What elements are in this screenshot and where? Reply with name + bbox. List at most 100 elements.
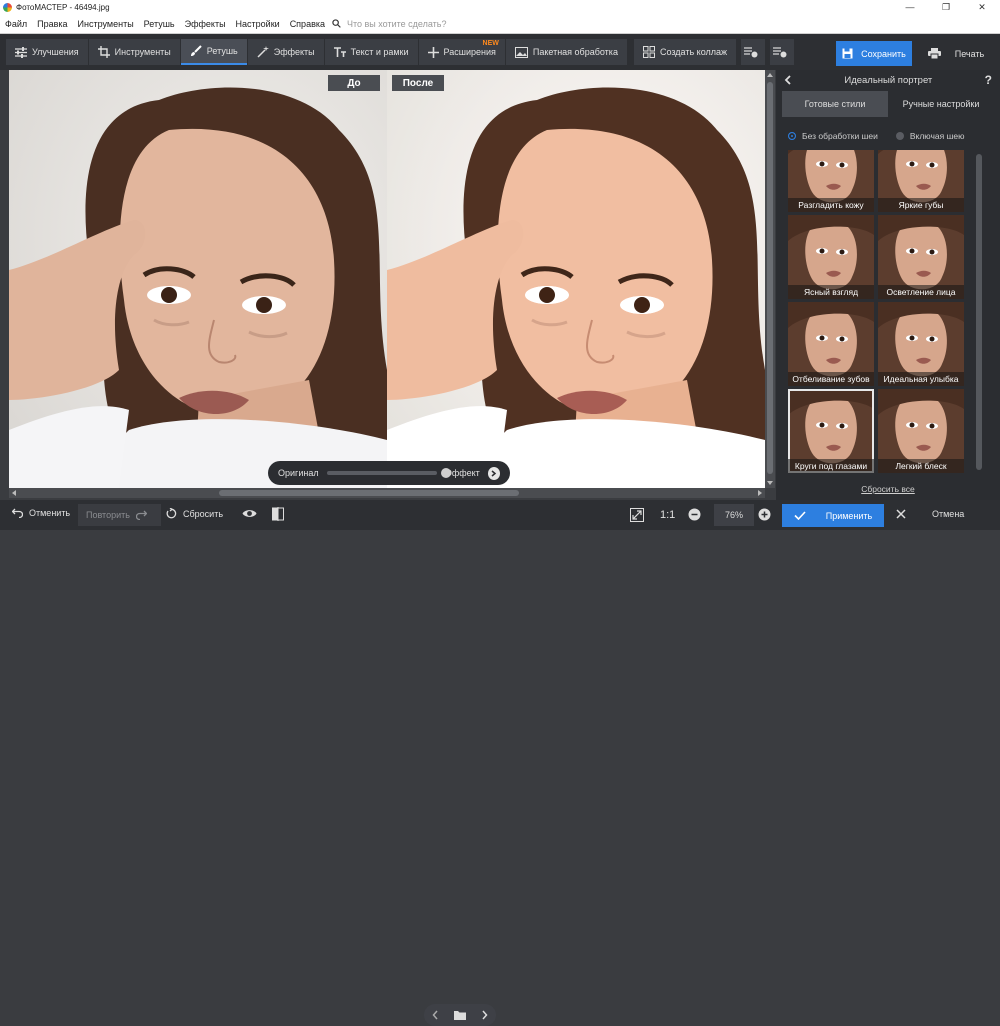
reset-all-link[interactable]: Сбросить все <box>776 484 1000 494</box>
chevron-right-icon[interactable] <box>487 466 500 480</box>
tab-label: Инструменты <box>114 47 171 57</box>
search-placeholder: Что вы хотите сделать? <box>347 18 447 29</box>
preset-clear-look[interactable]: Ясный взгляд <box>788 215 874 299</box>
tab-label: Текст и рамки <box>350 47 409 57</box>
tab-retouch[interactable]: Ретушь <box>180 39 247 65</box>
undo-label: Отменить <box>29 508 71 518</box>
menu-settings[interactable]: Настройки <box>231 19 285 29</box>
redo-button[interactable]: Повторить <box>78 504 161 526</box>
crop-icon <box>97 46 110 58</box>
zoom-in-icon[interactable] <box>758 508 771 524</box>
reset-icon <box>166 508 177 519</box>
folder-icon[interactable] <box>453 1010 466 1020</box>
preset-smooth-skin[interactable]: Разгладить кожу <box>788 150 874 212</box>
minimize-icon[interactable]: — <box>892 2 928 13</box>
back-arrow-icon[interactable] <box>784 75 792 85</box>
menu-edit[interactable]: Правка <box>32 19 72 29</box>
reset-label: Сбросить <box>183 508 224 519</box>
radio-label: Без обработки шеи <box>802 131 878 141</box>
tab-manual-settings[interactable]: Ручные настройки <box>888 91 994 117</box>
scroll-down-icon[interactable] <box>767 481 773 485</box>
slider-knob[interactable] <box>440 468 451 478</box>
before-image <box>9 70 387 488</box>
floppy-icon <box>842 48 853 59</box>
print-button[interactable]: Печать <box>918 41 994 66</box>
canvas-horizontal-scrollbar[interactable] <box>9 488 765 498</box>
scroll-thumb[interactable] <box>767 82 773 474</box>
scroll-thumb[interactable] <box>976 154 982 470</box>
menu-tools[interactable]: Инструменты <box>73 19 139 29</box>
after-image <box>387 70 765 488</box>
preset-perfect-smile[interactable]: Идеальная улыбка <box>878 302 964 386</box>
canvas-vertical-scrollbar[interactable] <box>765 70 775 488</box>
effect-strength-slider[interactable]: Оригинал Эффект <box>268 461 510 485</box>
wand-icon <box>257 46 269 58</box>
add-filter-button[interactable] <box>741 39 766 65</box>
preset-light-shine[interactable]: Легкий блеск <box>878 389 964 473</box>
tab-ready-styles[interactable]: Готовые стили <box>782 91 888 117</box>
cancel-button[interactable]: Отмена <box>896 509 964 519</box>
history-filter-button[interactable] <box>770 39 795 65</box>
tab-enhancements[interactable]: Улучшения <box>6 39 88 65</box>
tab-batch[interactable]: Пакетная обработка <box>505 39 627 65</box>
help-icon[interactable]: ? <box>985 73 992 87</box>
preset-label: Легкий блеск <box>878 459 964 473</box>
portrait-before <box>9 70 387 488</box>
scroll-thumb[interactable] <box>219 490 519 496</box>
window-title: ФотоМАСТЕР - 46494.jpg <box>16 2 110 12</box>
tab-collage[interactable]: Создать коллаж <box>633 39 737 65</box>
checkmark-icon <box>794 511 806 520</box>
text-icon <box>333 46 346 57</box>
close-icon[interactable]: ✕ <box>964 2 1000 13</box>
redo-label: Повторить <box>86 510 130 520</box>
apply-label: Применить <box>825 510 873 521</box>
menu-file[interactable]: Файл <box>0 19 32 29</box>
tab-effects[interactable]: Эффекты <box>247 39 324 65</box>
prev-image-icon[interactable] <box>432 1010 439 1020</box>
scroll-right-icon[interactable] <box>758 490 762 496</box>
radio-no-neck[interactable]: Без обработки шеи <box>788 131 878 141</box>
save-button[interactable]: Сохранить <box>836 41 912 66</box>
list-add-icon <box>743 47 758 58</box>
radio-with-neck[interactable]: Включая шею <box>895 131 965 141</box>
print-label: Печать <box>954 48 985 59</box>
image-navigation <box>424 1004 496 1026</box>
preset-face-lightening[interactable]: Осветление лица <box>878 215 964 299</box>
zoom-1-1-button[interactable]: 1:1 <box>660 509 675 521</box>
apply-button[interactable]: Применить <box>782 504 884 527</box>
preset-grid: Разгладить кожу Яркие губы Ясный взгляд … <box>788 150 966 476</box>
next-image-icon[interactable] <box>481 1010 488 1020</box>
preset-teeth-whitening[interactable]: Отбеливание зубов <box>788 302 874 386</box>
preset-scrollbar[interactable] <box>974 150 984 476</box>
maximize-icon[interactable]: ❐ <box>928 2 964 13</box>
menu-search[interactable]: Что вы хотите сделать? <box>332 19 447 29</box>
preset-label: Разгладить кожу <box>788 198 874 212</box>
fit-to-screen-icon[interactable] <box>630 508 644 525</box>
compare-icon[interactable] <box>272 507 284 524</box>
menu-effects[interactable]: Эффекты <box>180 19 231 29</box>
tab-tools[interactable]: Инструменты <box>88 39 180 65</box>
tab-label: Расширения <box>443 47 496 57</box>
plus-icon <box>427 46 439 58</box>
scroll-up-icon[interactable] <box>767 73 773 77</box>
tab-label: Улучшения <box>32 47 79 57</box>
reset-button[interactable]: Сбросить <box>166 508 223 519</box>
menu-retouch[interactable]: Ретушь <box>139 19 180 29</box>
search-icon <box>332 19 341 28</box>
tab-text-frames[interactable]: Текст и рамки <box>324 39 418 65</box>
tab-extensions[interactable]: Расширения NEW <box>418 39 505 65</box>
close-icon <box>896 509 906 519</box>
image-canvas[interactable]: До После <box>9 70 765 488</box>
eye-icon[interactable] <box>242 508 257 522</box>
slider-track[interactable] <box>326 468 451 478</box>
preset-under-eye-circles[interactable]: Круги под глазами <box>788 389 874 473</box>
zoom-out-icon[interactable] <box>688 508 701 524</box>
menu-bar: Файл Правка Инструменты Ретушь Эффекты Н… <box>0 14 1000 34</box>
zoom-value-field[interactable]: 76% <box>714 504 754 526</box>
preset-bright-lips[interactable]: Яркие губы <box>878 150 964 212</box>
brush-icon <box>190 45 202 56</box>
menu-help[interactable]: Справка <box>285 19 330 29</box>
scroll-left-icon[interactable] <box>12 490 16 496</box>
redo-icon <box>135 510 147 520</box>
undo-button[interactable]: Отменить <box>12 508 70 518</box>
